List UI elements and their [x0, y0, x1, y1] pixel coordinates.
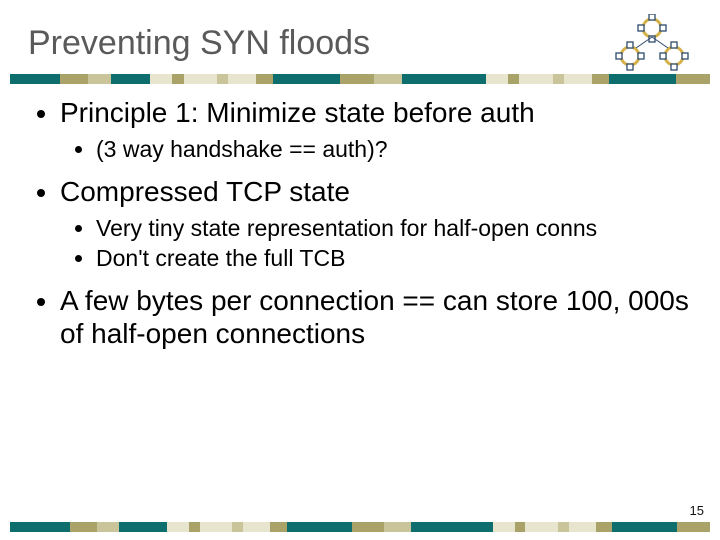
page-title: Preventing SYN floods [28, 24, 370, 63]
bullet-text: Principle 1: Minimize state before auth [60, 97, 535, 128]
accent-segment [612, 522, 677, 532]
accent-segment [184, 74, 218, 84]
bullet-l2: Very tiny state representation for half-… [96, 214, 690, 242]
accent-segment [228, 74, 256, 84]
accent-segment [384, 522, 411, 532]
accent-segment [150, 74, 172, 84]
accent-segment [564, 74, 592, 84]
accent-segment [515, 522, 526, 532]
accent-segment [60, 74, 88, 84]
accent-bar-bottom [10, 522, 710, 532]
accent-segment [596, 522, 612, 532]
accent-segment [352, 522, 385, 532]
accent-segment [88, 74, 110, 84]
accent-segment [232, 522, 243, 532]
page-number: 15 [690, 503, 704, 518]
accent-segment [553, 74, 564, 84]
bullet-sublist: Very tiny state representation for half-… [60, 214, 690, 272]
accent-segment [287, 522, 352, 532]
network-logo [606, 14, 698, 74]
accent-segment [609, 74, 676, 84]
accent-segment [70, 522, 97, 532]
accent-segment [172, 74, 183, 84]
accent-segment [273, 74, 340, 84]
accent-segment [525, 522, 558, 532]
accent-segment [493, 522, 515, 532]
accent-segment [519, 74, 553, 84]
bullet-l1: Principle 1: Minimize state before auth … [60, 96, 690, 163]
accent-segment [119, 522, 168, 532]
bullet-text: Very tiny state representation for half-… [96, 215, 597, 241]
accent-segment [111, 74, 150, 84]
accent-segment [592, 74, 609, 84]
accent-segment [167, 522, 189, 532]
bullet-l2: Don't create the full TCB [96, 244, 690, 272]
accent-segment [569, 522, 596, 532]
bullet-text: Compressed TCP state [60, 176, 350, 207]
accent-segment [486, 74, 508, 84]
bullet-l2: (3 way handshake == auth)? [96, 135, 690, 163]
bullet-list: Principle 1: Minimize state before auth … [30, 96, 690, 350]
bullet-l1: A few bytes per connection == can store … [60, 284, 690, 350]
accent-segment [10, 522, 70, 532]
accent-segment [402, 74, 486, 84]
bullet-text: Don't create the full TCB [96, 245, 345, 271]
bullet-l1: Compressed TCP state Very tiny state rep… [60, 175, 690, 272]
accent-segment [508, 74, 519, 84]
accent-segment [243, 522, 270, 532]
accent-segment [189, 522, 200, 532]
accent-segment [200, 522, 233, 532]
accent-bar-top [10, 74, 710, 84]
accent-segment [677, 522, 710, 532]
content-area: Principle 1: Minimize state before auth … [30, 96, 690, 500]
accent-segment [411, 522, 492, 532]
accent-segment [10, 74, 60, 84]
accent-segment [270, 522, 286, 532]
bullet-sublist: (3 way handshake == auth)? [60, 135, 690, 163]
accent-segment [374, 74, 402, 84]
accent-segment [676, 74, 710, 84]
accent-segment [97, 522, 119, 532]
bullet-text: A few bytes per connection == can store … [60, 285, 689, 349]
accent-segment [558, 522, 569, 532]
accent-segment [340, 74, 374, 84]
accent-segment [217, 74, 228, 84]
accent-segment [256, 74, 273, 84]
bullet-text: (3 way handshake == auth)? [96, 136, 388, 162]
slide: Preventing SYN floods [0, 0, 720, 540]
